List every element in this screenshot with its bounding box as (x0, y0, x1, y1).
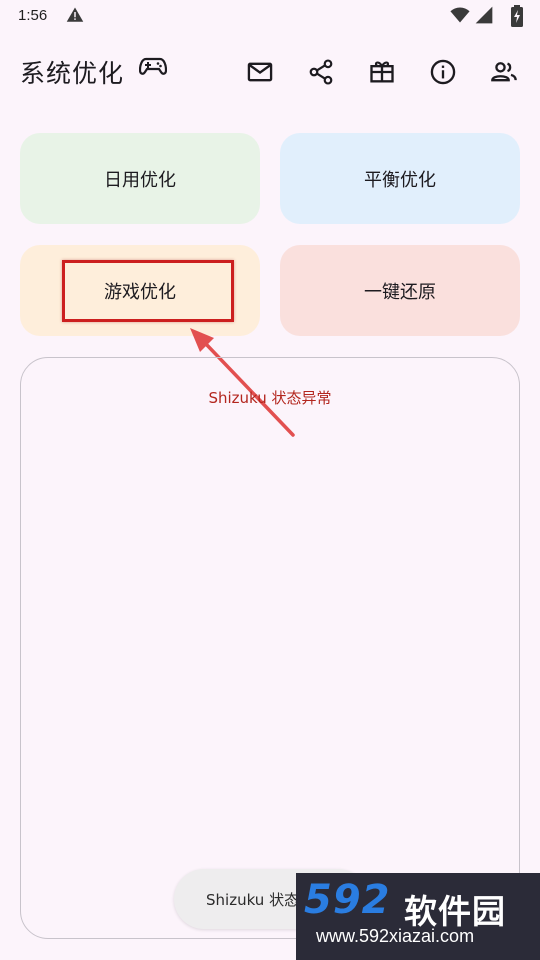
watermark: 592 软件园 www.592xiazai.com (296, 873, 540, 960)
status-bar: 1:56 (0, 0, 540, 34)
restore-label: 一键还原 (364, 281, 436, 303)
game-optimize-button[interactable]: 游戏优化 (20, 245, 260, 336)
toast-text: Shizuku 状态 (206, 891, 300, 909)
signal-icon (475, 6, 493, 24)
mail-icon (247, 62, 273, 82)
gift-icon (370, 61, 394, 83)
gamepad-icon (139, 57, 167, 75)
game-optimize-label: 游戏优化 (104, 281, 176, 303)
people-button[interactable] (484, 52, 524, 92)
people-icon (491, 62, 517, 82)
share-icon (309, 59, 333, 85)
log-panel: Shizuku 状态异常 (20, 357, 520, 939)
watermark-url: www.592xiazai.com (316, 926, 475, 946)
daily-optimize-label: 日用优化 (104, 169, 176, 191)
gift-button[interactable] (362, 52, 402, 92)
balance-optimize-button[interactable]: 平衡优化 (280, 133, 520, 224)
mail-button[interactable] (240, 52, 280, 92)
phone-screen: 1:56 系统优化 日用优化 平衡优化 游戏优化 一键还原 Shizuku 状态… (0, 0, 540, 960)
battery-icon (511, 5, 523, 27)
info-icon (430, 59, 456, 85)
daily-optimize-button[interactable]: 日用优化 (20, 133, 260, 224)
balance-optimize-label: 平衡优化 (364, 169, 436, 191)
wifi-icon (450, 7, 470, 23)
info-button[interactable] (423, 52, 463, 92)
app-bar: 系统优化 (0, 38, 540, 106)
restore-button[interactable]: 一键还原 (280, 245, 520, 336)
watermark-number: 592 (304, 877, 391, 923)
status-time: 1:56 (18, 7, 48, 24)
warning-icon (66, 7, 84, 22)
page-title: 系统优化 (20, 59, 125, 88)
shizuku-status-text: Shizuku 状态异常 (208, 389, 332, 407)
share-button[interactable] (301, 52, 341, 92)
